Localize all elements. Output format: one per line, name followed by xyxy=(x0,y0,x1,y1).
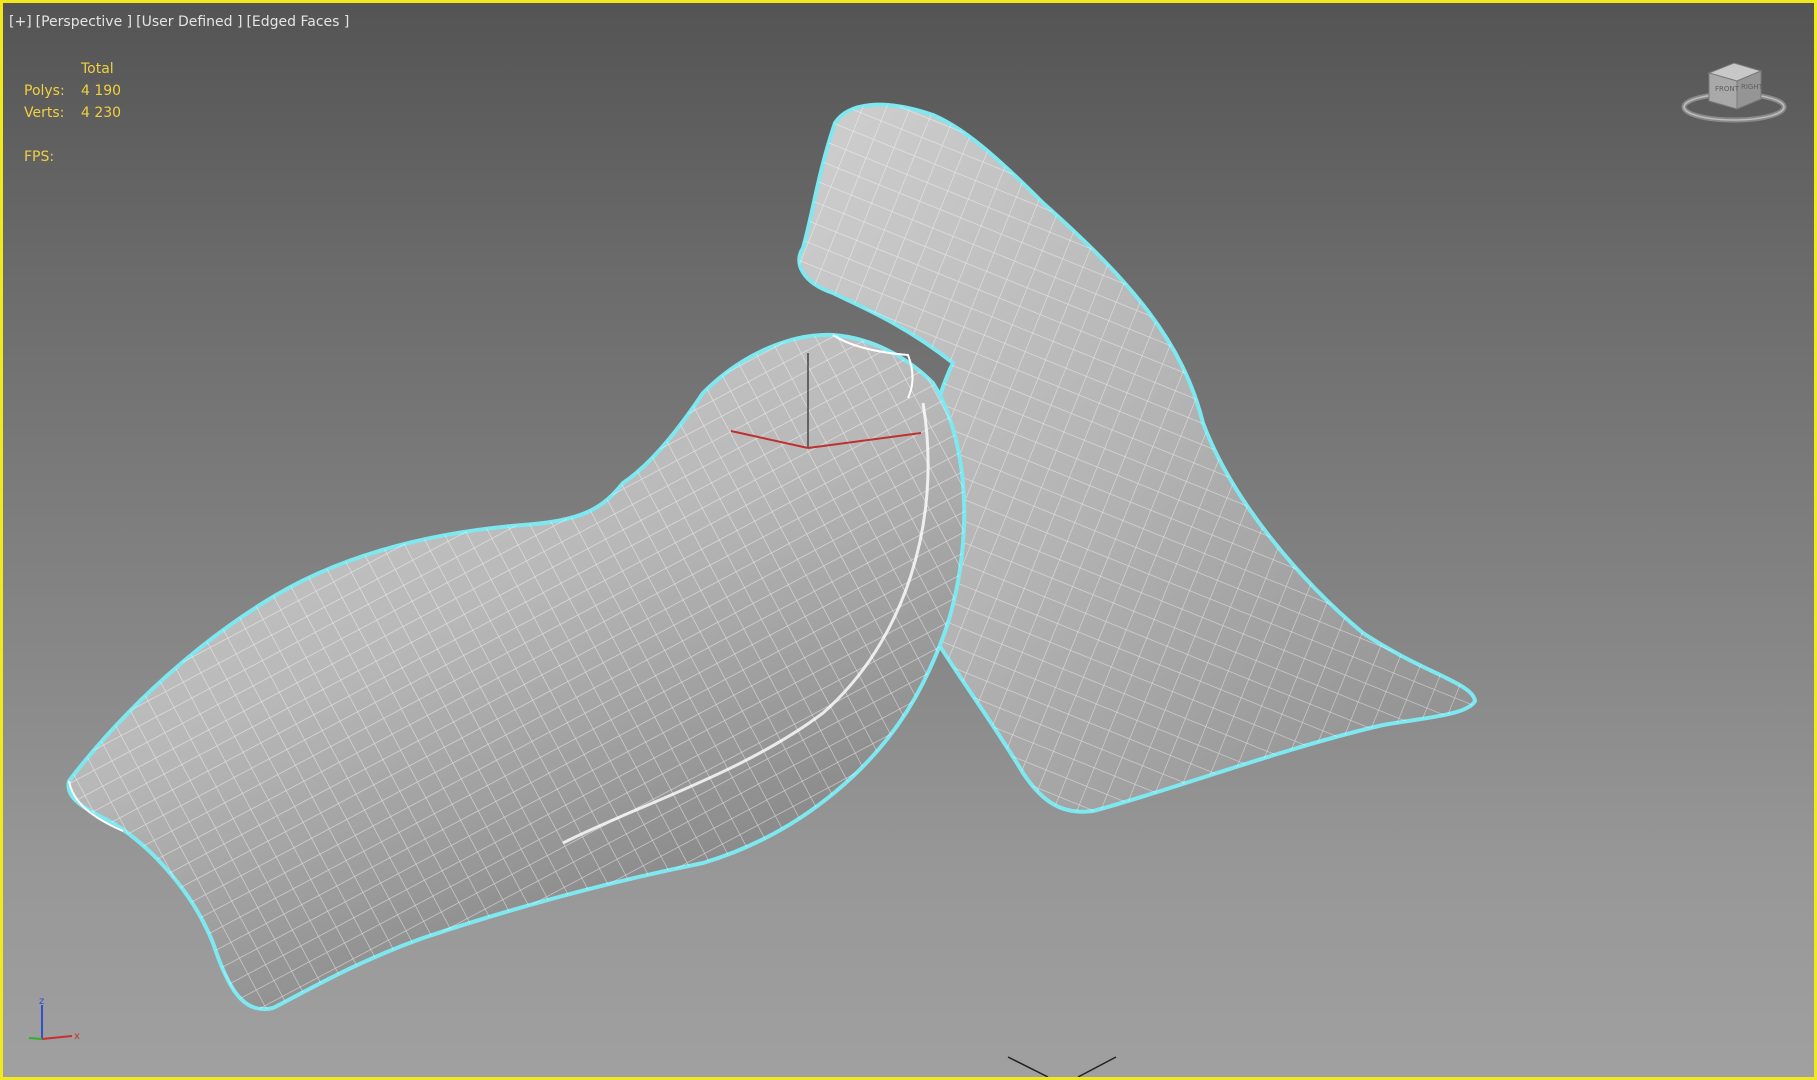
viewcube-right-face: RIGHT xyxy=(1741,83,1764,91)
axis-tripod-icon: z x xyxy=(28,996,80,1042)
viewcube-front-face: FRONT xyxy=(1715,85,1740,93)
home-grid-marker xyxy=(1007,1056,1117,1077)
mesh-bag-front xyxy=(66,332,967,1012)
viewcube-icon[interactable]: FRONT RIGHT xyxy=(1679,55,1789,127)
perspective-viewport[interactable]: [+] [Perspective ] [User Defined ] [Edged F… xyxy=(0,0,1817,1080)
sandbag-mesh[interactable] xyxy=(3,3,1814,1077)
axis-z-label: z xyxy=(39,996,44,1007)
axis-x-label: x xyxy=(74,1031,80,1042)
